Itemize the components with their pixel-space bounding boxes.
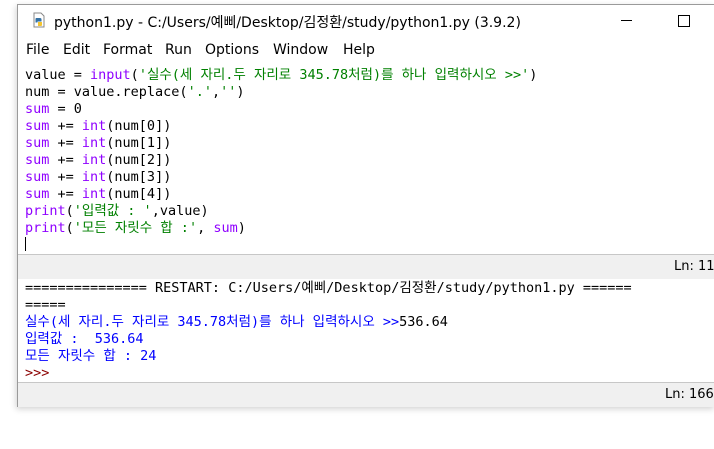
menu-bar: File Edit Format Run Options Window Help	[18, 40, 714, 62]
code-token: int	[81, 169, 107, 185]
code-line: print('입력값 : ',value)	[25, 203, 209, 219]
input-prompt: 실수(세 자리.두 자리로 345.78처럼)를 하나 입력하시오 >>	[25, 314, 400, 330]
menu-file[interactable]: File	[26, 42, 49, 58]
code-token: '.'	[187, 84, 212, 100]
code-token: +=	[49, 135, 82, 151]
code-token: (num[4])	[106, 186, 172, 202]
input-value: 536.64	[399, 314, 448, 330]
code-token: input	[90, 67, 131, 83]
code-token: ,value)	[151, 203, 209, 219]
code-token: '실수(세 자리.두 자리로 345.78처럼)를 하나 입력하시오 >>'	[138, 67, 530, 83]
code-token: )	[236, 84, 245, 100]
code-token: print	[25, 203, 66, 219]
code-token: sum	[25, 135, 50, 151]
menu-edit[interactable]: Edit	[63, 42, 90, 58]
code-token: (	[130, 67, 139, 83]
code-token: +=	[49, 118, 82, 134]
idle-editor-window: python1.py - C:/Users/예삐/Desktop/김정환/stu…	[17, 4, 714, 407]
code-token: ''	[220, 84, 237, 100]
code-token: print	[25, 220, 66, 236]
maximize-icon	[678, 14, 690, 27]
code-text[interactable]: value = input('실수(세 자리.두 자리로 345.78처럼)를 …	[25, 67, 537, 254]
code-line: sum += int(num[2])	[25, 152, 171, 168]
code-line: sum += int(num[3])	[25, 169, 171, 185]
code-token: int	[81, 152, 107, 168]
code-token: sum	[213, 220, 238, 236]
restart-line: =============== RESTART: C:/Users/예삐/Des…	[25, 280, 632, 296]
python-shell[interactable]: =============== RESTART: C:/Users/예삐/Des…	[18, 279, 714, 382]
code-line: sum += int(num[1])	[25, 135, 171, 151]
code-token: )	[237, 220, 246, 236]
code-token: (num[2])	[106, 152, 172, 168]
menu-run[interactable]: Run	[165, 42, 192, 58]
menu-window[interactable]: Window	[273, 42, 328, 58]
code-token: (num[0])	[106, 118, 172, 134]
python-file-icon	[33, 12, 45, 28]
code-token: +=	[49, 169, 82, 185]
code-editor[interactable]: value = input('실수(세 자리.두 자리로 345.78처럼)를 …	[18, 64, 714, 254]
menu-help[interactable]: Help	[343, 42, 375, 58]
code-token: ,	[211, 84, 221, 100]
window-title: python1.py - C:/Users/예삐/Desktop/김정환/stu…	[54, 15, 521, 31]
code-token: +=	[49, 152, 82, 168]
editor-status-bar: Ln: 11	[18, 254, 714, 280]
code-token: (	[65, 203, 74, 219]
code-token: value =	[25, 67, 91, 83]
code-token: )	[529, 67, 538, 83]
code-token: int	[81, 186, 107, 202]
code-token: int	[81, 118, 107, 134]
code-token: '입력값 : '	[73, 203, 152, 219]
code-line: num = value.replace('.','')	[25, 84, 245, 100]
code-token: sum	[25, 169, 50, 185]
code-token: sum	[25, 186, 50, 202]
code-token: +=	[49, 186, 82, 202]
restart-line-wrap: =====	[25, 297, 66, 313]
shell-prompt: >>>	[25, 365, 50, 381]
code-token: sum	[25, 152, 50, 168]
text-cursor	[25, 237, 26, 251]
code-token: sum	[25, 101, 50, 117]
code-token: sum	[25, 118, 50, 134]
code-line: print('모든 자릿수 합 :', sum)	[25, 220, 246, 236]
output-line-2: 모든 자릿수 합 : 24	[25, 348, 157, 364]
code-line: sum += int(num[4])	[25, 186, 171, 202]
output-line-1: 입력값 : 536.64	[25, 331, 144, 347]
code-token: '모든 자릿수 합 :'	[73, 220, 198, 236]
maximize-button[interactable]	[661, 5, 707, 36]
minimize-icon	[620, 20, 632, 21]
code-token: int	[81, 135, 107, 151]
title-bar[interactable]: python1.py - C:/Users/예삐/Desktop/김정환/stu…	[18, 5, 714, 36]
code-token: = 0	[49, 101, 82, 117]
code-token: ,	[197, 220, 214, 236]
shell-status-bar: Ln: 166	[18, 382, 714, 407]
code-line: sum = 0	[25, 101, 82, 117]
code-line: sum += int(num[0])	[25, 118, 171, 134]
code-token: num = value.replace(	[25, 84, 188, 100]
menu-options[interactable]: Options	[205, 42, 259, 58]
menu-format[interactable]: Format	[103, 42, 152, 58]
minimize-button[interactable]	[603, 5, 649, 36]
code-token: (	[65, 220, 74, 236]
shell-line-indicator: Ln: 166	[665, 387, 714, 402]
code-token: (num[1])	[106, 135, 172, 151]
editor-line-indicator: Ln: 11	[674, 259, 714, 274]
code-token: (num[3])	[106, 169, 172, 185]
code-line: value = input('실수(세 자리.두 자리로 345.78처럼)를 …	[25, 67, 537, 83]
